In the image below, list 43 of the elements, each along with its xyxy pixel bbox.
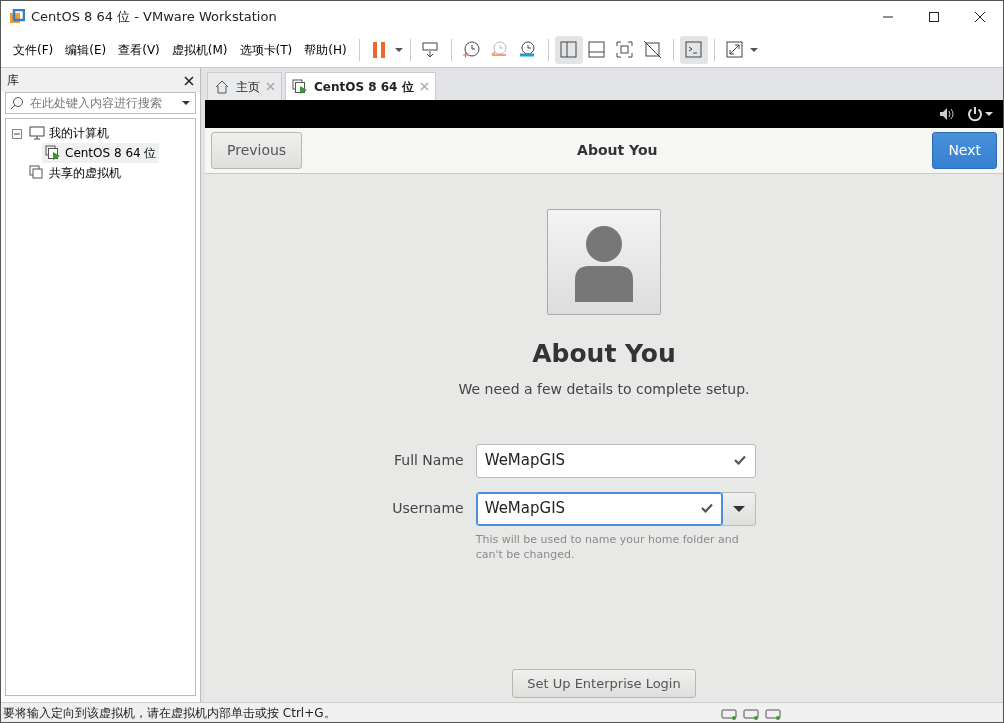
- tab[interactable]: CentOS 8 64 位: [285, 72, 436, 100]
- hint-text: This will be used to name your home folder and can't be changed.: [475, 531, 740, 564]
- close-icon[interactable]: [974, 10, 986, 23]
- field-label: Full Name: [393, 451, 464, 470]
- menu-item[interactable]: 帮助(H): [298, 38, 353, 61]
- tree-item[interactable]: 我的计算机: [26, 123, 112, 143]
- field-label: Username: [392, 499, 464, 518]
- text-field[interactable]: WeMapGIS: [475, 443, 756, 478]
- vm-icon[interactable]: [45, 145, 61, 161]
- avatar-button[interactable]: [547, 209, 661, 315]
- tree-item[interactable]: CentOS 8 64 位: [42, 143, 160, 163]
- next-button[interactable]: Next: [932, 132, 997, 169]
- close-icon[interactable]: [184, 75, 194, 86]
- monitor-icon[interactable]: [29, 125, 45, 141]
- caret-icon[interactable]: [732, 505, 745, 512]
- search-icon: [10, 96, 24, 110]
- library-title: 库: [7, 72, 19, 89]
- collapse-icon[interactable]: [12, 128, 22, 139]
- menu-item[interactable]: 选项卡(T): [233, 38, 299, 61]
- header-title: About You: [576, 141, 659, 160]
- tab[interactable]: 主页: [207, 72, 282, 100]
- enterprise-login-button[interactable]: Set Up Enterprise Login: [512, 668, 696, 698]
- volume-icon[interactable]: [939, 107, 955, 121]
- search-field[interactable]: 在此处键入内容进行搜索: [5, 92, 196, 114]
- text-field[interactable]: WeMapGIS: [475, 491, 723, 526]
- menu-item[interactable]: 查看(V): [112, 38, 166, 61]
- maximize-icon[interactable]: [928, 10, 940, 23]
- vm-icon[interactable]: [292, 78, 308, 95]
- home-icon[interactable]: [214, 78, 230, 95]
- app-logo-icon: [9, 9, 25, 26]
- menu-item[interactable]: 编辑(E): [59, 38, 113, 61]
- previous-button[interactable]: Previous: [211, 132, 303, 169]
- menu-item[interactable]: 虚拟机(M): [165, 38, 234, 61]
- menu-item[interactable]: 文件(F): [7, 38, 60, 61]
- page-heading: About You: [532, 338, 676, 370]
- power-icon[interactable]: [967, 106, 993, 122]
- tree-item[interactable]: 共享的虚拟机: [26, 163, 124, 183]
- status-text: 要将输入定向到该虚拟机，请在虚拟机内部单击或按 Ctrl+G。: [3, 704, 336, 722]
- shared-vm-icon[interactable]: [29, 165, 45, 181]
- dropdown-button[interactable]: [721, 491, 756, 526]
- subtitle-text: We need a few details to complete setup.: [458, 379, 750, 399]
- caret-icon[interactable]: [181, 98, 191, 108]
- window-title: CentOS 8 64 位 - VMware Workstation: [31, 7, 277, 26]
